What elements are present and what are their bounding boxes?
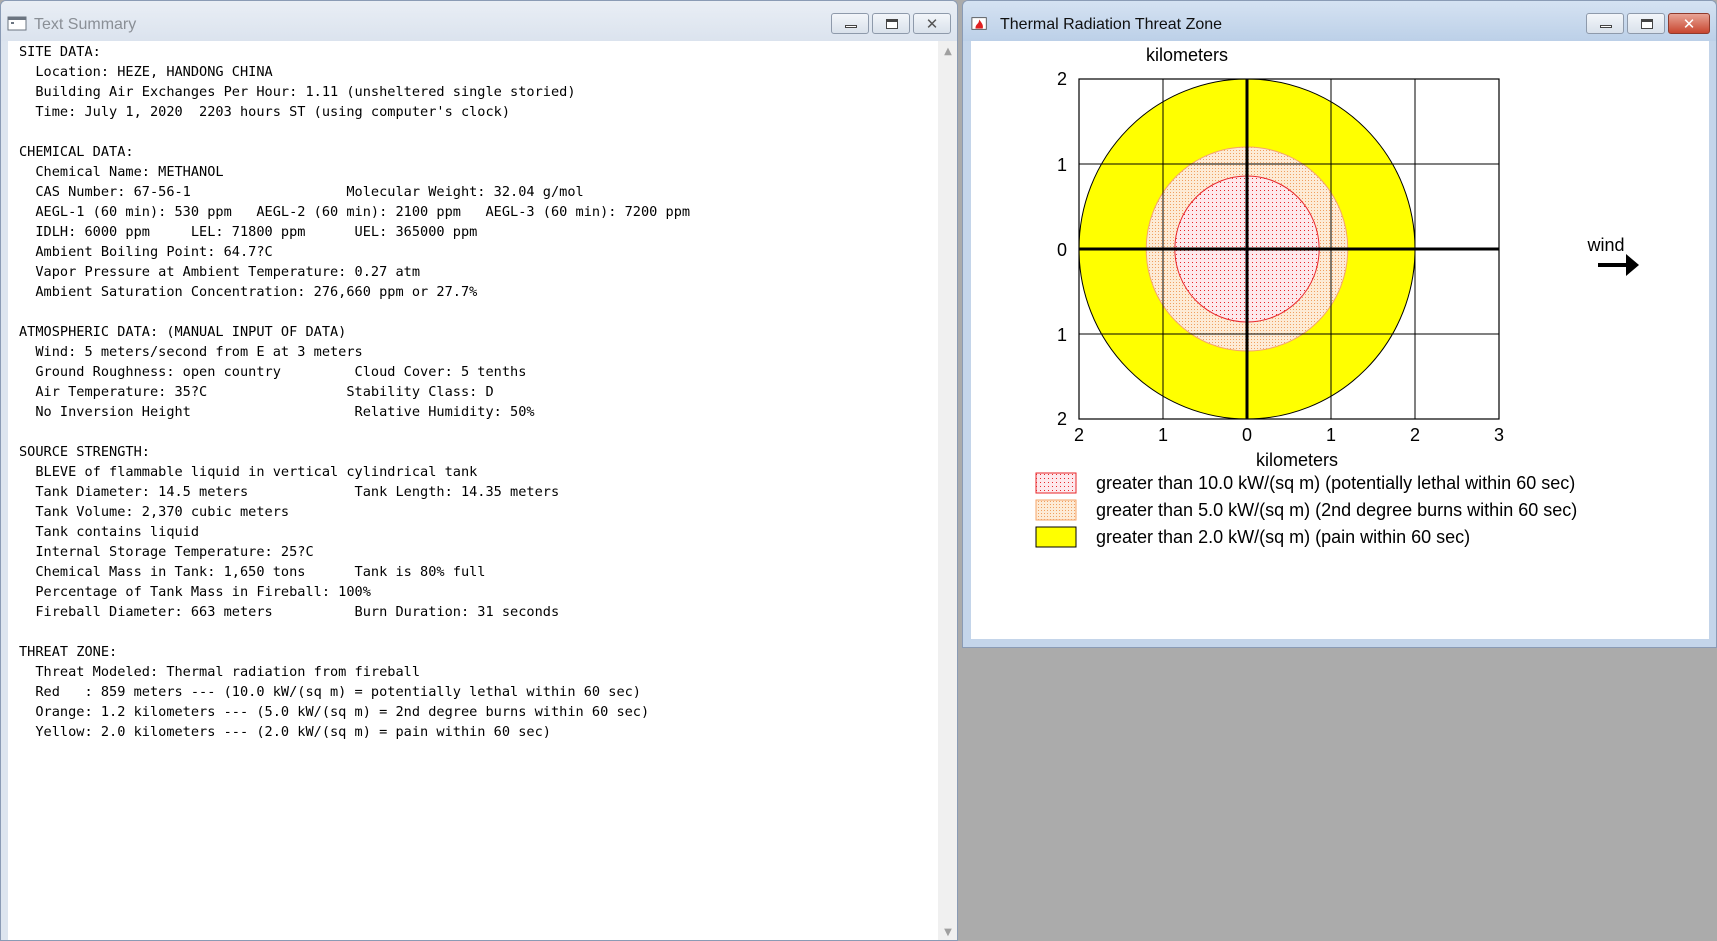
summary-line: Red : 859 meters --- (10.0 kW/(sq m) = p… xyxy=(19,684,641,700)
summary-line: Wind: 5 meters/second from E at 3 meters xyxy=(19,344,363,360)
text-summary-content: SITE DATA: Location: HEZE, HANDONG CHINA… xyxy=(8,41,938,940)
summary-line: Orange: 1.2 kilometers --- (5.0 kW/(sq m… xyxy=(19,704,650,720)
close-icon: ✕ xyxy=(925,15,939,33)
summary-line: No Inversion Height Relative Humidity: 5… xyxy=(19,404,535,420)
scroll-up-icon[interactable]: ▲ xyxy=(941,45,955,59)
threat-zone-plot-area: kilometers kilometers 2 1 0 1 2 3 2 1 0 1 2 greater … xyxy=(971,41,1709,639)
text-summary-window: Text Summary ✕ SITE DATA: Location: HEZE… xyxy=(0,0,958,941)
summary-line: Ambient Boiling Point: 64.7?C xyxy=(19,244,273,260)
summary-line: Chemical Name: METHANOL xyxy=(19,164,224,180)
wind-label: wind xyxy=(1586,235,1624,255)
threat-minimize-button[interactable] xyxy=(1586,13,1624,34)
threat-maximize-button[interactable] xyxy=(1627,13,1665,34)
y-tick-label: 1 xyxy=(1057,325,1067,345)
summary-line: BLEVE of flammable liquid in vertical cy… xyxy=(19,464,478,480)
threat-close-button[interactable]: ✕ xyxy=(1668,13,1710,34)
summary-line: THREAT ZONE: xyxy=(19,644,118,660)
text-summary-titlebar[interactable]: Text Summary ✕ xyxy=(1,1,957,41)
summary-line: Vapor Pressure at Ambient Temperature: 0… xyxy=(19,264,421,280)
summary-line: SITE DATA: xyxy=(19,44,101,60)
x-tick-label: 2 xyxy=(1410,425,1420,445)
x-axis-label: kilometers xyxy=(1256,450,1338,470)
legend-swatch-red xyxy=(1035,472,1077,494)
summary-line xyxy=(19,422,690,442)
summary-line: ATMOSPHERIC DATA: (MANUAL INPUT OF DATA) xyxy=(19,324,347,340)
summary-line: Building Air Exchanges Per Hour: 1.11 (u… xyxy=(19,84,576,100)
threat-zone-app-icon xyxy=(971,17,987,30)
x-tick-label: 1 xyxy=(1326,425,1336,445)
y-tick-label: 2 xyxy=(1057,69,1067,89)
x-tick-label: 3 xyxy=(1494,425,1504,445)
summary-line: AEGL-1 (60 min): 530 ppm AEGL-2 (60 min)… xyxy=(19,204,691,220)
minimize-icon xyxy=(1600,25,1612,28)
legend-label-red: greater than 10.0 kW/(sq m) (potentially… xyxy=(1096,473,1575,493)
threat-zone-title: Thermal Radiation Threat Zone xyxy=(1000,16,1223,33)
wind-arrowhead-icon xyxy=(1626,254,1639,276)
close-icon: ✕ xyxy=(1682,15,1696,33)
threat-zone-chart: kilometers kilometers 2 1 0 1 2 3 2 1 0 1 2 greater … xyxy=(1035,45,1639,548)
summary-line: Location: HEZE, HANDONG CHINA xyxy=(19,64,273,80)
y-tick-label: 2 xyxy=(1057,409,1067,429)
summary-line: Chemical Mass in Tank: 1,650 tons Tank i… xyxy=(19,564,486,580)
minimize-icon xyxy=(845,25,857,28)
scroll-down-icon[interactable]: ▼ xyxy=(941,926,955,940)
summary-line: IDLH: 6000 ppm LEL: 71800 ppm UEL: 36500… xyxy=(19,224,478,240)
vertical-scrollbar[interactable]: ▲ ▼ xyxy=(938,41,957,940)
maximize-icon xyxy=(1641,19,1653,29)
threat-zone-window: Thermal Radiation Threat Zone ✕ kilomete… xyxy=(962,0,1717,648)
close-button[interactable]: ✕ xyxy=(913,13,951,34)
legend-swatch-yellow xyxy=(1035,526,1077,548)
summary-line: Time: July 1, 2020 2203 hours ST (using … xyxy=(19,104,511,120)
summary-line xyxy=(19,622,690,642)
x-tick-label: 0 xyxy=(1242,425,1252,445)
summary-line: Ground Roughness: open country Cloud Cov… xyxy=(19,364,527,380)
summary-line: Air Temperature: 35?C Stability Class: D xyxy=(19,384,494,400)
summary-line: Fireball Diameter: 663 meters Burn Durat… xyxy=(19,604,560,620)
summary-line: Internal Storage Temperature: 25?C xyxy=(19,544,314,560)
app-window-icon xyxy=(7,16,27,31)
maximize-icon xyxy=(886,19,898,29)
summary-line: CAS Number: 67-56-1 Molecular Weight: 32… xyxy=(19,184,584,200)
legend-label-yellow: greater than 2.0 kW/(sq m) (pain within … xyxy=(1096,527,1470,547)
x-tick-label: 1 xyxy=(1158,425,1168,445)
summary-line: Percentage of Tank Mass in Fireball: 100… xyxy=(19,584,371,600)
summary-line: CHEMICAL DATA: xyxy=(19,144,134,160)
summary-line: Tank contains liquid xyxy=(19,524,200,540)
summary-line xyxy=(19,302,690,322)
maximize-button[interactable] xyxy=(872,13,910,34)
minimize-button[interactable] xyxy=(831,13,869,34)
summary-line: Yellow: 2.0 kilometers --- (2.0 kW/(sq m… xyxy=(19,724,551,740)
legend-swatch-orange xyxy=(1035,499,1077,521)
summary-line xyxy=(19,122,690,142)
x-tick-label: 2 xyxy=(1074,425,1084,445)
summary-text: SITE DATA: Location: HEZE, HANDONG CHINA… xyxy=(19,42,690,742)
y-tick-label: 0 xyxy=(1057,240,1067,260)
y-tick-label: 1 xyxy=(1057,155,1067,175)
summary-line: Threat Modeled: Thermal radiation from f… xyxy=(19,664,421,680)
summary-line: Ambient Saturation Concentration: 276,66… xyxy=(19,284,478,300)
summary-line: Tank Volume: 2,370 cubic meters xyxy=(19,504,290,520)
y-axis-label: kilometers xyxy=(1146,45,1228,65)
legend-label-orange: greater than 5.0 kW/(sq m) (2nd degree b… xyxy=(1096,500,1577,520)
summary-line: Tank Diameter: 14.5 meters Tank Length: … xyxy=(19,484,560,500)
threat-zone-titlebar[interactable]: Thermal Radiation Threat Zone ✕ xyxy=(963,1,1716,41)
summary-line: SOURCE STRENGTH: xyxy=(19,444,150,460)
text-summary-title: Text Summary xyxy=(34,16,137,33)
